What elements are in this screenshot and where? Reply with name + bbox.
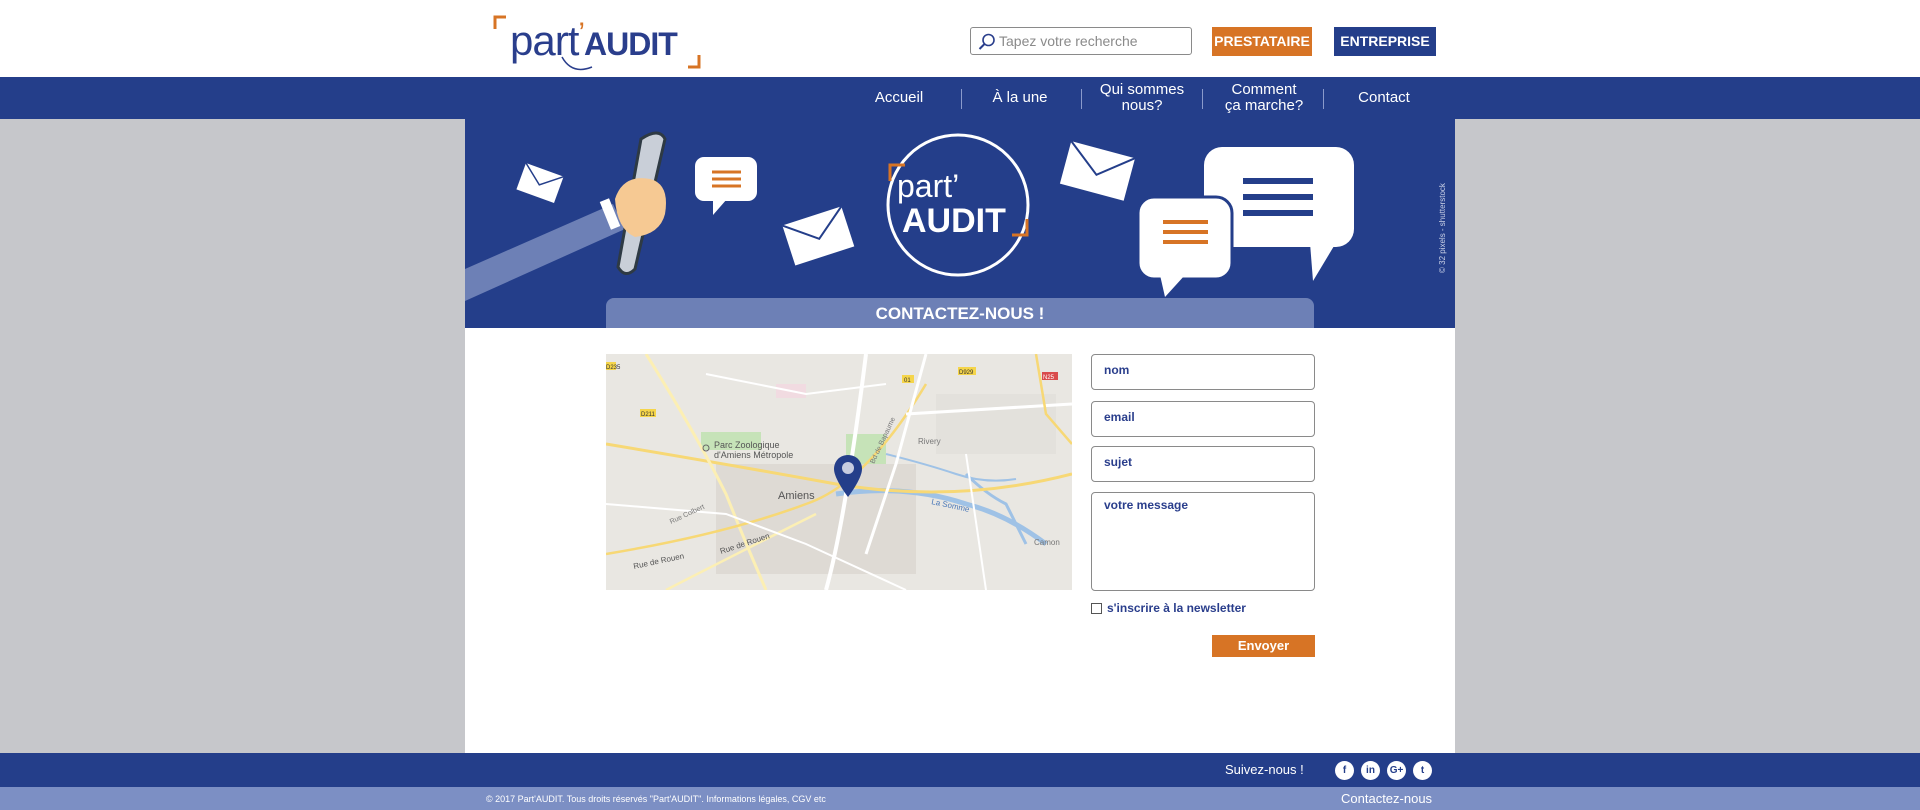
nav-label: Accueil [874, 89, 924, 106]
banner-logo-line2: AUDIT [902, 202, 1006, 240]
map-label-parc: Parc Zoologique [714, 440, 780, 450]
image-credit: © 32 pixels - shutterstock [1438, 173, 1448, 273]
map-road-d929: D929 [959, 370, 974, 376]
facebook-icon[interactable]: f [1335, 761, 1354, 780]
nav-label: Comment ça marche? [1224, 81, 1304, 114]
banner-illustration: part’ AUDIT [465, 131, 1354, 301]
sujet-input[interactable] [1104, 455, 1304, 469]
prestataire-button[interactable]: PRESTATAIRE [1212, 27, 1312, 56]
nav-item-a-la-une[interactable]: À la une [980, 77, 1060, 119]
nav-label: À la une [992, 89, 1048, 106]
logo-text-light: part [510, 17, 579, 64]
nav-item-qui-sommes-nous[interactable]: Qui sommes nous? [1092, 77, 1192, 119]
email-field[interactable] [1091, 401, 1315, 437]
newsletter-checkbox[interactable] [1091, 602, 1102, 614]
map-pin-icon[interactable] [833, 455, 863, 497]
page-title: CONTACTEZ-NOUS ! [606, 298, 1314, 328]
nav-divider [1323, 89, 1324, 109]
site-logo[interactable]: part’AUDIT [492, 15, 702, 71]
email-input[interactable] [1104, 410, 1304, 424]
nav-item-comment-ca-marche[interactable]: Comment ça marche? [1212, 77, 1316, 119]
contact-banner: part’ AUDIT © 32 pixels - shutterstock C… [465, 119, 1455, 328]
main-content: part’ AUDIT © 32 pixels - shutterstock C… [465, 119, 1455, 753]
header: part’AUDIT PRESTATAIRE ENTREPRISE [0, 0, 1920, 77]
entreprise-button[interactable]: ENTREPRISE [1334, 27, 1436, 56]
footer-contact-link[interactable]: Contactez-nous [1341, 791, 1432, 806]
twitter-icon[interactable]: t [1413, 761, 1432, 780]
map-label-parc2: d'Amiens Métropole [714, 450, 793, 460]
googleplus-icon[interactable]: G+ [1387, 761, 1406, 780]
message-textarea[interactable] [1104, 498, 1304, 578]
map-label-camon: Camon [1034, 538, 1060, 547]
logo-text-bold: AUDIT [584, 26, 678, 62]
footer-bottom-bar: © 2017 Part'AUDIT. Tous droits réservés … [0, 787, 1920, 810]
nav-item-contact[interactable]: Contact [1344, 77, 1424, 119]
nav-label: Contact [1358, 89, 1410, 106]
nav-divider [1202, 89, 1203, 109]
map-label-rivery: Rivery [918, 437, 941, 446]
message-field[interactable] [1091, 492, 1315, 591]
logo-text: part’AUDIT [510, 17, 678, 65]
search-box[interactable] [970, 27, 1192, 55]
nav-item-accueil[interactable]: Accueil [860, 77, 938, 119]
follow-label: Suivez-nous ! [1225, 762, 1304, 777]
nom-input[interactable] [1104, 363, 1304, 377]
map-road-d211: D211 [641, 412, 656, 418]
main-nav: Accueil À la une Qui sommes nous? Commen… [0, 77, 1920, 119]
map-label-amiens: Amiens [778, 490, 815, 502]
nom-field[interactable] [1091, 354, 1315, 390]
banner-logo-line1: part’ [897, 168, 959, 204]
linkedin-icon[interactable]: in [1361, 761, 1380, 780]
send-button[interactable]: Envoyer [1212, 635, 1315, 657]
nav-divider [961, 89, 962, 109]
location-map[interactable]: Parc Zoologique d'Amiens Métropole Amien… [606, 354, 1072, 590]
search-icon[interactable] [977, 32, 997, 52]
sujet-field[interactable] [1091, 446, 1315, 482]
newsletter-option[interactable]: s'inscrire à la newsletter [1091, 600, 1246, 616]
search-input[interactable] [999, 31, 1179, 51]
image-credit-text: © 32 pixels - shutterstock [1438, 183, 1447, 273]
copyright-text: © 2017 Part'AUDIT. Tous droits réservés … [486, 794, 826, 804]
footer-social-bar: Suivez-nous ! f in G+ t [0, 753, 1920, 787]
nav-divider [1081, 89, 1082, 109]
map-road-n25: N25 [1043, 375, 1055, 381]
newsletter-label: s'inscrire à la newsletter [1107, 601, 1246, 615]
map-road-d235: D235 [606, 365, 621, 371]
map-road-01: 01 [904, 378, 911, 384]
nav-label: Qui sommes nous? [1099, 81, 1185, 114]
